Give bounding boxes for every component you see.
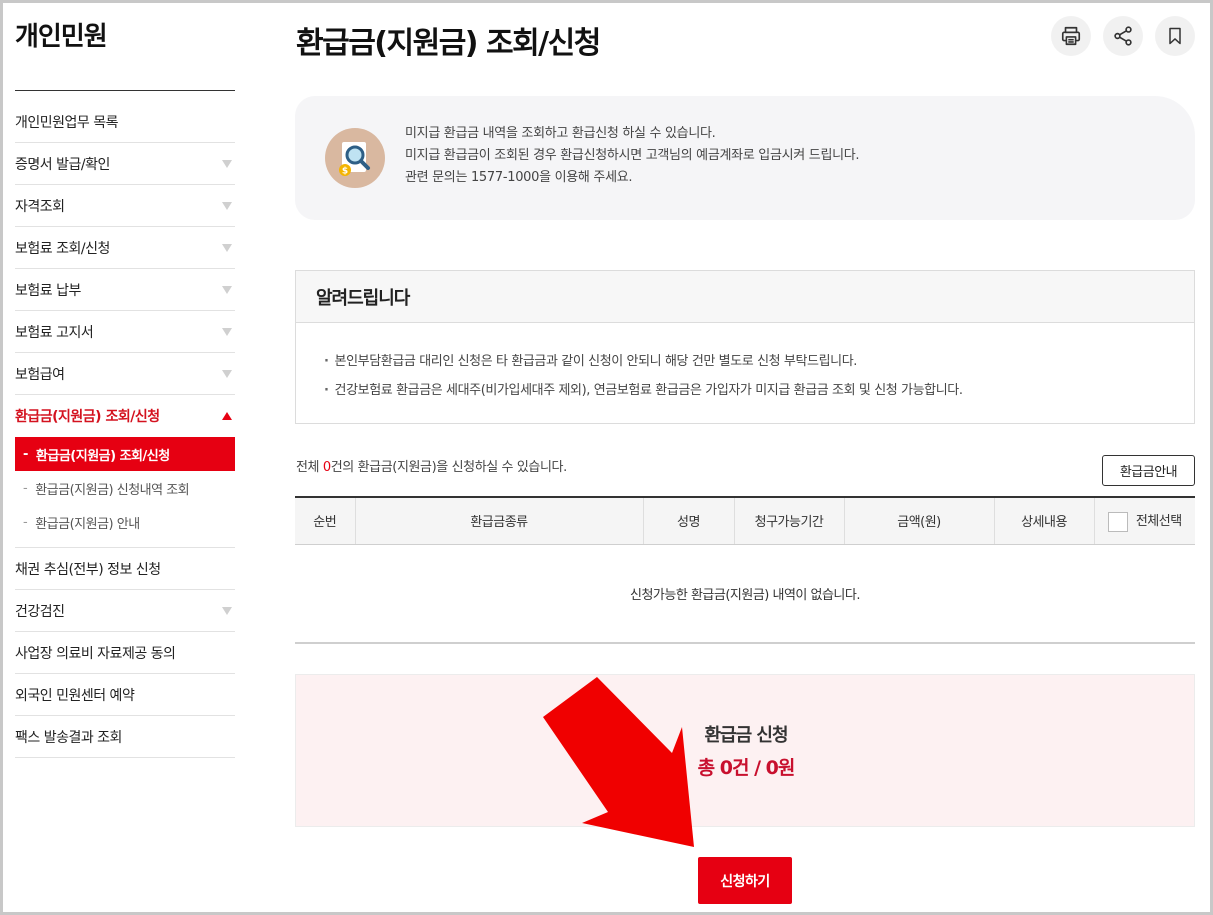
- intro-line: 미지급 환급금 내역을 조회하고 환급신청 하실 수 있습니다.: [405, 126, 716, 141]
- sidebar-divider: [15, 90, 235, 91]
- sidebar-item-qualification[interactable]: 자격조회: [15, 185, 235, 227]
- sidebar-title: 개인민원: [15, 22, 108, 52]
- refund-table: 순번 환급금종류 성명 청구가능기간 금액(원) 상세내용 전체선택 신청가능한…: [295, 496, 1195, 644]
- sidebar-item-label: 증명서 발급/확인: [15, 156, 110, 173]
- sidebar-item-label: 보험급여: [15, 366, 65, 383]
- sidebar-item-premium-bill[interactable]: 보험료 고지서: [15, 311, 235, 353]
- sidebar-item-premium-payment[interactable]: 보험료 납부: [15, 269, 235, 311]
- apply-summary-box: 환급금 신청 총 0건 / 0원: [295, 674, 1195, 827]
- caret-up-icon: [222, 412, 232, 420]
- intro-line: 미지급 환급금이 조회된 경우 환급신청하시면 고객님의 예금계좌로 입금시켜 …: [405, 148, 860, 163]
- submenu-item-refund-inquiry[interactable]: - 환급금(지원금) 조회/신청: [15, 437, 235, 471]
- summary-prefix: 전체: [296, 460, 323, 475]
- submit-apply-button[interactable]: 신청하기: [698, 857, 792, 904]
- apply-total: 총 0건 / 0원: [697, 757, 796, 779]
- bookmark-icon: [1169, 27, 1181, 45]
- sidebar-item-label: 채권 추심(전부) 정보 신청: [15, 561, 161, 578]
- col-header-select-all: 전체선택: [1093, 496, 1195, 545]
- intro-line: 관련 문의는 1577-1000을 이용해 주세요.: [405, 170, 633, 185]
- sidebar-item-label: 자격조회: [15, 198, 65, 215]
- sidebar-item-certificate[interactable]: 증명서 발급/확인: [15, 143, 235, 185]
- sidebar-menu: 개인민원업무 목록 증명서 발급/확인 자격조회 보험료 조회/신청 보험료 납…: [15, 101, 235, 758]
- refund-guide-button[interactable]: 환급금안내: [1102, 455, 1195, 486]
- notice-item: 본인부담환급금 대리인 신청은 타 환급금과 같이 신청이 안되니 해당 건만 …: [324, 347, 1194, 376]
- print-icon: [1061, 26, 1081, 46]
- sidebar-item-label: 외국인 민원센터 예약: [15, 687, 135, 704]
- sidebar-item-medical-consent[interactable]: 사업장 의료비 자료제공 동의: [15, 632, 235, 674]
- submenu-item-refund-guide[interactable]: - 환급금(지원금) 안내: [15, 505, 235, 539]
- sidebar-item-label: 보험료 납부: [15, 282, 81, 299]
- dash-icon: -: [23, 480, 28, 496]
- select-all-label: 전체선택: [1135, 514, 1182, 529]
- sidebar-item-label: 팩스 발송결과 조회: [15, 729, 122, 746]
- caret-down-icon: [222, 159, 232, 168]
- dash-icon: -: [23, 446, 28, 462]
- sidebar-item-label: 건강검진: [15, 603, 65, 620]
- intro-box: $ 미지급 환급금 내역을 조회하고 환급신청 하실 수 있습니다. 미지급 환…: [295, 96, 1195, 220]
- sidebar-item-label: 개인민원업무 목록: [15, 114, 119, 131]
- caret-down-icon: [222, 327, 232, 336]
- submenu-item-label: 환급금(지원금) 조회/신청: [35, 448, 170, 464]
- bookmark-button[interactable]: [1155, 16, 1195, 56]
- share-button[interactable]: [1103, 16, 1143, 56]
- notice-list: 본인부담환급금 대리인 신청은 타 환급금과 같이 신청이 안되니 해당 건만 …: [296, 323, 1194, 405]
- annotation-arrow-icon: [543, 677, 694, 847]
- sidebar-item-premium-inquiry[interactable]: 보험료 조회/신청: [15, 227, 235, 269]
- sidebar-item-health-checkup[interactable]: 건강검진: [15, 590, 235, 632]
- sidebar-item-foreigner-reservation[interactable]: 외국인 민원센터 예약: [15, 674, 235, 716]
- notice-box: 알려드립니다 본인부담환급금 대리인 신청은 타 환급금과 같이 신청이 안되니…: [295, 270, 1195, 424]
- caret-down-icon: [222, 369, 232, 378]
- notice-item: 건강보험료 환급금은 세대주(비가입세대주 제외), 연금보험료 환급금은 가입…: [324, 376, 1194, 405]
- sidebar-item-label: 보험료 고지서: [15, 324, 94, 341]
- intro-text: 미지급 환급금 내역을 조회하고 환급신청 하실 수 있습니다. 미지급 환급금…: [405, 123, 860, 189]
- col-header-details: 상세내용: [993, 496, 1094, 545]
- search-money-icon: $: [325, 128, 385, 188]
- select-all-checkbox[interactable]: [1107, 511, 1128, 532]
- caret-down-icon: [222, 285, 232, 294]
- summary-count: 0: [322, 460, 331, 475]
- table-row: 신청가능한 환급금(지원금) 내역이 없습니다.: [295, 544, 1195, 644]
- print-button[interactable]: [1051, 16, 1091, 56]
- sidebar-item-refund[interactable]: 환급금(지원금) 조회/신청: [15, 395, 235, 437]
- sidebar-item-fax-result[interactable]: 팩스 발송결과 조회: [15, 716, 235, 758]
- sidebar-item-label: 보험료 조회/신청: [15, 240, 110, 257]
- sidebar-submenu-wrapper: - 환급금(지원금) 조회/신청 - 환급금(지원금) 신청내역 조회 - 환급…: [15, 437, 235, 548]
- sidebar-item-benefits[interactable]: 보험급여: [15, 353, 235, 395]
- caret-down-icon: [222, 201, 232, 210]
- notice-title: 알려드립니다: [296, 271, 1194, 323]
- col-header-period: 청구가능기간: [733, 496, 844, 545]
- summary-suffix: 건의 환급금(지원금)을 신청하실 수 있습니다.: [330, 460, 567, 475]
- caret-down-icon: [222, 243, 232, 252]
- col-header-name: 성명: [642, 496, 734, 545]
- table-empty-message: 신청가능한 환급금(지원금) 내역이 없습니다.: [295, 544, 1195, 644]
- sidebar-submenu: - 환급금(지원금) 조회/신청 - 환급금(지원금) 신청내역 조회 - 환급…: [15, 437, 235, 548]
- submenu-item-label: 환급금(지원금) 신청내역 조회: [35, 482, 190, 498]
- caret-down-icon: [222, 606, 232, 615]
- page-title: 환급금(지원금) 조회/신청: [296, 26, 601, 61]
- sidebar-item-debt-collection[interactable]: 채권 추심(전부) 정보 신청: [15, 548, 235, 590]
- share-icon: [1114, 26, 1132, 46]
- col-header-refund-type: 환급금종류: [354, 496, 643, 545]
- sidebar-item-civil-list[interactable]: 개인민원업무 목록: [15, 101, 235, 143]
- table-header-row: 순번 환급금종류 성명 청구가능기간 금액(원) 상세내용 전체선택: [295, 496, 1195, 545]
- sidebar-item-label: 사업장 의료비 자료제공 동의: [15, 645, 176, 662]
- svg-text:$: $: [342, 167, 348, 177]
- sidebar-item-label: 환급금(지원금) 조회/신청: [15, 409, 160, 425]
- apply-title: 환급금 신청: [704, 725, 788, 746]
- refund-summary: 전체 0건의 환급금(지원금)을 신청하실 수 있습니다.: [296, 456, 567, 475]
- submenu-item-refund-history[interactable]: - 환급금(지원금) 신청내역 조회: [15, 471, 235, 505]
- dash-icon: -: [23, 514, 28, 530]
- col-header-amount: 금액(원): [843, 496, 994, 545]
- col-header-number: 순번: [295, 496, 355, 545]
- submenu-item-label: 환급금(지원금) 안내: [35, 516, 140, 532]
